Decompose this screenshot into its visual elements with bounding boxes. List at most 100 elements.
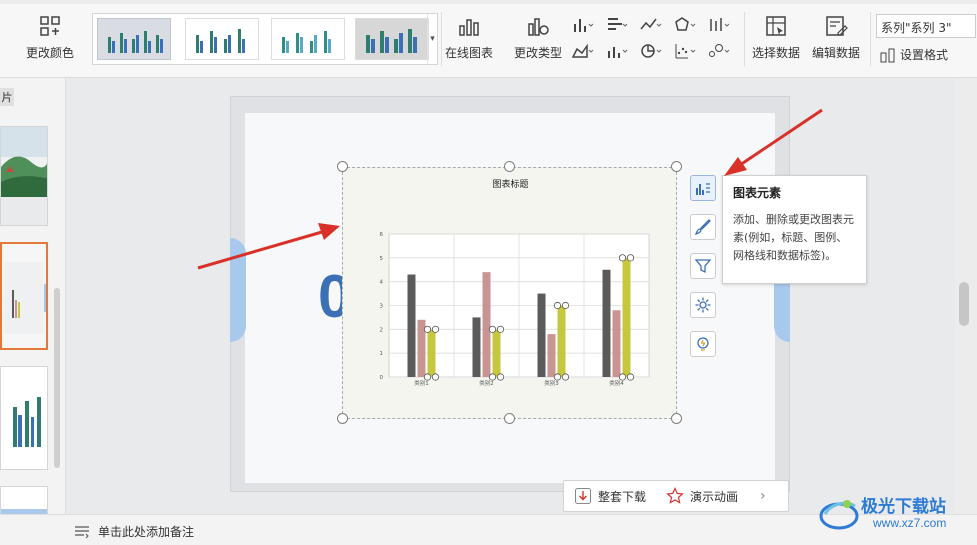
select-data-button[interactable]: 选择数据 [752,14,800,61]
data-point-handle [488,325,497,333]
scatter-chart-icon[interactable] [674,42,696,60]
chart-style-3[interactable] [271,18,345,60]
slide-thumbnail-2-active[interactable] [0,242,48,350]
resize-handle[interactable] [337,413,348,424]
x-tick-label: 类别4 [609,379,624,387]
chart-style-4[interactable] [355,18,429,60]
change-type-icon [528,18,549,36]
chart-slide-preview-icon [2,244,46,348]
star-icon [666,487,684,504]
online-chart-label: 在线图表 [445,46,494,60]
chart-bar [492,329,501,377]
chart-tips-button[interactable] [690,331,716,357]
pie-chart-icon[interactable] [640,42,662,60]
change-type-button[interactable]: 更改类型 [514,14,562,61]
data-point-handle [431,325,440,333]
set-format-button[interactable]: 设置格式 [880,46,948,63]
chart-style-gallery[interactable]: ▾ [92,13,438,65]
tooltip-title: 图表元素 [733,186,782,200]
canvas-scrollbar[interactable] [955,78,977,514]
chart-elements-icon [696,183,710,195]
combo-chart-icon[interactable] [606,42,628,60]
landscape-image-icon [1,127,47,225]
brush-icon [694,219,711,236]
chart-bar [537,293,546,377]
demo-animation-button[interactable]: 演示动画 [666,487,738,505]
column-chart-icon[interactable] [572,16,594,34]
ribbon-top-strip [0,0,977,4]
bubble-chart-icon[interactable] [708,42,730,60]
change-color-label: 更改颜色 [26,46,75,60]
change-color-button[interactable]: 更改颜色 [26,14,74,61]
chart-style-3-preview-icon [282,31,331,53]
line-chart-icon[interactable] [640,16,662,34]
watermark-title: 极光下载站 [861,497,946,516]
thumbnail-scrollbar[interactable] [54,288,60,468]
resize-handle[interactable] [504,161,515,172]
bar-slide-preview-icon [1,367,47,469]
watermark-url: www.xz7.com [873,516,947,530]
x-tick-label: 类别1 [414,379,429,387]
aurora-logo-icon [819,500,859,530]
resize-handle[interactable] [337,161,348,172]
data-point-handle [626,254,635,262]
data-point-handle [561,373,570,381]
resize-handle[interactable] [504,413,515,424]
edit-data-button[interactable]: 编辑数据 [812,14,860,61]
select-data-label: 选择数据 [752,46,801,60]
data-point-handle [553,301,562,310]
add-note-button[interactable]: 单击此处添加备注 [74,523,194,540]
chart-elements-tooltip: 图表元素 添加、删除或更改图表元素(例如，标题、图例、网格线和数据标签)。 [722,175,867,284]
data-point-handle [561,301,570,310]
slide-preview-icon [1,487,47,515]
data-point-handle [618,254,627,262]
scrollbar-thumb[interactable] [959,282,969,326]
panel-tab[interactable]: 片 [0,88,14,106]
ribbon-divider [870,12,871,66]
download-icon [575,488,591,504]
chart-elements-button[interactable] [690,175,716,201]
series-dropdown[interactable]: 系列"系列 3" [876,14,976,38]
chart-bar [602,269,611,377]
chart-object[interactable]: 图表标题 0 1 2 3 4 5 6 类别1 类别2 类别3 类别4 [342,167,677,419]
x-tick-label: 类别3 [544,379,559,387]
slide-thumbnail-3[interactable] [0,366,48,470]
chart-bar [622,257,631,377]
chevron-right-icon[interactable]: › [760,488,766,504]
chart-style-2[interactable] [185,18,259,60]
tooltip-body: 添加、删除或更改图表元素(例如，标题、图例、网格线和数据标签)。 [733,213,854,262]
chart-style-1[interactable] [97,18,171,60]
stock-chart-icon[interactable] [708,16,730,34]
radar-chart-icon[interactable] [674,16,696,34]
bottom-action-bar: 整套下载 演示动画 › [563,480,789,512]
resize-handle[interactable] [671,161,682,172]
area-chart-icon[interactable] [572,42,594,60]
chart-bar [472,317,481,377]
chart-settings-button[interactable] [690,292,716,318]
lightbulb-icon [697,337,709,351]
y-tick-label: 2 [380,327,384,333]
slide-thumbnail-1[interactable] [0,126,48,226]
download-set-button[interactable]: 整套下载 [574,487,646,505]
filter-icon [694,259,712,274]
slide-thumbnail-panel: 片 [0,78,66,516]
chart-filter-button[interactable] [690,253,716,279]
slide-decoration-left [230,238,246,342]
resize-handle[interactable] [671,413,682,424]
gallery-expand-icon[interactable]: ▾ [427,14,437,64]
online-chart-button[interactable]: 在线图表 [445,14,493,61]
set-format-label: 设置格式 [900,48,949,62]
data-point-handle [496,325,505,333]
edit-data-label: 编辑数据 [812,46,861,60]
set-format-icon [880,48,895,62]
slide-thumbnail-4[interactable] [0,486,48,516]
data-point-handle [618,373,627,381]
change-type-label: 更改类型 [514,46,563,60]
site-watermark: 极光下载站 www.xz7.com [815,488,975,538]
ribbon: 更改颜色 ▾ 在线图表 更改类型 选择数据 编辑数据 系列"系列 3" 设置格式 [0,0,977,78]
chart-style-button[interactable] [690,214,716,240]
chart-plot[interactable]: 0 1 2 3 4 5 6 类别1 类别2 类别3 类别4 [343,168,678,420]
y-tick-label: 5 [380,256,384,262]
y-tick-label: 1 [380,351,384,357]
bar-chart-icon[interactable] [606,16,628,34]
